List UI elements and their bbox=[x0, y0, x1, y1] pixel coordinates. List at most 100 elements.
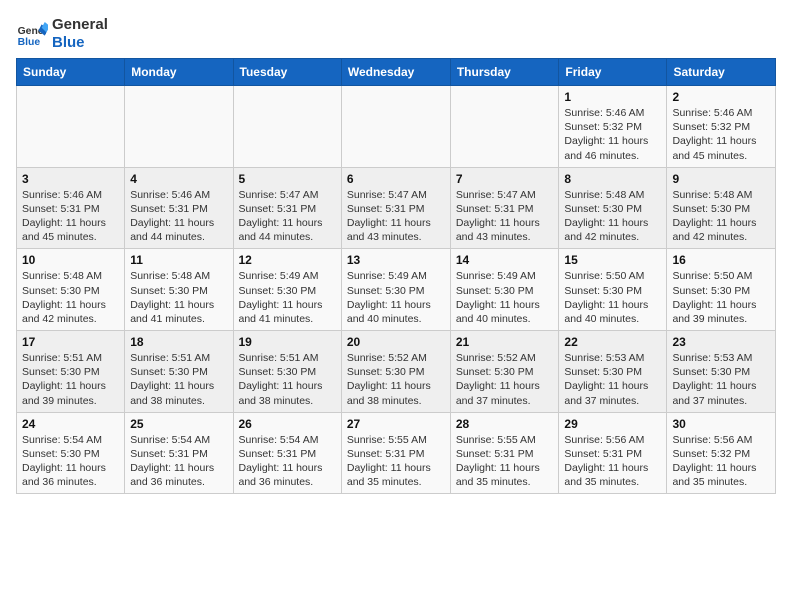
day-number: 13 bbox=[347, 253, 445, 267]
logo: General Blue General Blue bbox=[16, 16, 108, 52]
day-info: Sunrise: 5:51 AMSunset: 5:30 PMDaylight:… bbox=[239, 351, 336, 408]
day-info: Sunrise: 5:50 AMSunset: 5:30 PMDaylight:… bbox=[564, 269, 661, 326]
day-number: 9 bbox=[672, 172, 770, 186]
calendar-cell: 24 Sunrise: 5:54 AMSunset: 5:30 PMDayligh… bbox=[17, 412, 125, 494]
day-info: Sunrise: 5:52 AMSunset: 5:30 PMDaylight:… bbox=[347, 351, 445, 408]
calendar-cell: 13 Sunrise: 5:49 AMSunset: 5:30 PMDayligh… bbox=[341, 249, 450, 331]
weekday-header-saturday: Saturday bbox=[667, 59, 776, 86]
day-info: Sunrise: 5:48 AMSunset: 5:30 PMDaylight:… bbox=[672, 188, 770, 245]
day-info: Sunrise: 5:46 AMSunset: 5:31 PMDaylight:… bbox=[22, 188, 119, 245]
calendar-cell: 21Sunrise: 5:52 AMSunset: 5:30 PMDayligh… bbox=[450, 331, 559, 413]
day-info: Sunrise: 5:49 AMSunset: 5:30 PMDaylight:… bbox=[347, 269, 445, 326]
day-number: 28 bbox=[456, 417, 554, 431]
day-info: Sunrise: 5:48 AMSunset: 5:30 PMDaylight:… bbox=[22, 269, 119, 326]
day-number: 4 bbox=[130, 172, 227, 186]
day-number: 23 bbox=[672, 335, 770, 349]
day-number: 27 bbox=[347, 417, 445, 431]
day-number: 24 bbox=[22, 417, 119, 431]
calendar-cell bbox=[125, 86, 233, 168]
calendar-cell: 11 Sunrise: 5:48 AMSunset: 5:30 PMDayligh… bbox=[125, 249, 233, 331]
day-info: Sunrise: 5:46 AMSunset: 5:31 PMDaylight:… bbox=[130, 188, 227, 245]
calendar-cell: 22 Sunrise: 5:53 AMSunset: 5:30 PMDayligh… bbox=[559, 331, 667, 413]
calendar-week-row: 24 Sunrise: 5:54 AMSunset: 5:30 PMDayligh… bbox=[17, 412, 776, 494]
calendar-cell: 9 Sunrise: 5:48 AMSunset: 5:30 PMDaylight… bbox=[667, 167, 776, 249]
calendar-cell: 5 Sunrise: 5:47 AMSunset: 5:31 PMDaylight… bbox=[233, 167, 341, 249]
calendar-cell: 28 Sunrise: 5:55 AMSunset: 5:31 PMDayligh… bbox=[450, 412, 559, 494]
calendar-cell: 29 Sunrise: 5:56 AMSunset: 5:31 PMDayligh… bbox=[559, 412, 667, 494]
calendar-cell bbox=[341, 86, 450, 168]
day-number: 12 bbox=[239, 253, 336, 267]
day-info: Sunrise: 5:53 AMSunset: 5:30 PMDaylight:… bbox=[672, 351, 770, 408]
day-info: Sunrise: 5:55 AMSunset: 5:31 PMDaylight:… bbox=[347, 433, 445, 490]
day-info: Sunrise: 5:50 AMSunset: 5:30 PMDaylight:… bbox=[672, 269, 770, 326]
calendar-cell: 27 Sunrise: 5:55 AMSunset: 5:31 PMDayligh… bbox=[341, 412, 450, 494]
day-number: 20 bbox=[347, 335, 445, 349]
day-info: Sunrise: 5:54 AMSunset: 5:30 PMDaylight:… bbox=[22, 433, 119, 490]
calendar-cell bbox=[17, 86, 125, 168]
day-number: 25 bbox=[130, 417, 227, 431]
day-number: 29 bbox=[564, 417, 661, 431]
calendar-cell: 18 Sunrise: 5:51 AMSunset: 5:30 PMDayligh… bbox=[125, 331, 233, 413]
day-number: 6 bbox=[347, 172, 445, 186]
day-info: Sunrise: 5:53 AMSunset: 5:30 PMDaylight:… bbox=[564, 351, 661, 408]
day-number: 7 bbox=[456, 172, 554, 186]
weekday-header-wednesday: Wednesday bbox=[341, 59, 450, 86]
day-info: Sunrise: 5:48 AMSunset: 5:30 PMDaylight:… bbox=[130, 269, 227, 326]
day-number: 5 bbox=[239, 172, 336, 186]
day-number: 17 bbox=[22, 335, 119, 349]
day-number: 22 bbox=[564, 335, 661, 349]
day-number: 19 bbox=[239, 335, 336, 349]
day-number: 15 bbox=[564, 253, 661, 267]
calendar-cell: 25 Sunrise: 5:54 AMSunset: 5:31 PMDayligh… bbox=[125, 412, 233, 494]
day-info: Sunrise: 5:47 AMSunset: 5:31 PMDaylight:… bbox=[456, 188, 554, 245]
day-info: Sunrise: 5:54 AMSunset: 5:31 PMDaylight:… bbox=[130, 433, 227, 490]
day-number: 2 bbox=[672, 90, 770, 104]
day-info: Sunrise: 5:47 AMSunset: 5:31 PMDaylight:… bbox=[347, 188, 445, 245]
calendar-cell: 16Sunrise: 5:50 AMSunset: 5:30 PMDayligh… bbox=[667, 249, 776, 331]
calendar-cell: 10Sunrise: 5:48 AMSunset: 5:30 PMDayligh… bbox=[17, 249, 125, 331]
calendar-cell: 23 Sunrise: 5:53 AMSunset: 5:30 PMDayligh… bbox=[667, 331, 776, 413]
calendar-cell: 14Sunrise: 5:49 AMSunset: 5:30 PMDayligh… bbox=[450, 249, 559, 331]
day-number: 18 bbox=[130, 335, 227, 349]
calendar-week-row: 1Sunrise: 5:46 AMSunset: 5:32 PMDaylight… bbox=[17, 86, 776, 168]
logo-general-text: General bbox=[52, 16, 108, 34]
day-number: 26 bbox=[239, 417, 336, 431]
day-info: Sunrise: 5:54 AMSunset: 5:31 PMDaylight:… bbox=[239, 433, 336, 490]
svg-text:Blue: Blue bbox=[18, 37, 41, 48]
day-number: 30 bbox=[672, 417, 770, 431]
calendar-cell: 6 Sunrise: 5:47 AMSunset: 5:31 PMDaylight… bbox=[341, 167, 450, 249]
calendar-cell: 8 Sunrise: 5:48 AMSunset: 5:30 PMDaylight… bbox=[559, 167, 667, 249]
calendar-cell: 20 Sunrise: 5:52 AMSunset: 5:30 PMDayligh… bbox=[341, 331, 450, 413]
calendar-week-row: 17 Sunrise: 5:51 AMSunset: 5:30 PMDayligh… bbox=[17, 331, 776, 413]
weekday-header-tuesday: Tuesday bbox=[233, 59, 341, 86]
calendar-cell bbox=[233, 86, 341, 168]
calendar-cell: 15 Sunrise: 5:50 AMSunset: 5:30 PMDayligh… bbox=[559, 249, 667, 331]
weekday-header-friday: Friday bbox=[559, 59, 667, 86]
calendar-cell: 2 Sunrise: 5:46 AMSunset: 5:32 PMDaylight… bbox=[667, 86, 776, 168]
weekday-header-sunday: Sunday bbox=[17, 59, 125, 86]
day-info: Sunrise: 5:55 AMSunset: 5:31 PMDaylight:… bbox=[456, 433, 554, 490]
calendar-cell: 30 Sunrise: 5:56 AMSunset: 5:32 PMDayligh… bbox=[667, 412, 776, 494]
calendar-cell: 4 Sunrise: 5:46 AMSunset: 5:31 PMDaylight… bbox=[125, 167, 233, 249]
day-info: Sunrise: 5:46 AMSunset: 5:32 PMDaylight:… bbox=[672, 106, 770, 163]
day-info: Sunrise: 5:51 AMSunset: 5:30 PMDaylight:… bbox=[130, 351, 227, 408]
calendar-cell: 17 Sunrise: 5:51 AMSunset: 5:30 PMDayligh… bbox=[17, 331, 125, 413]
logo-blue-text: Blue bbox=[52, 34, 108, 52]
page-header: General Blue General Blue bbox=[16, 16, 776, 52]
calendar-cell: 26 Sunrise: 5:54 AMSunset: 5:31 PMDayligh… bbox=[233, 412, 341, 494]
logo-icon: General Blue bbox=[16, 18, 48, 50]
calendar-week-row: 3Sunrise: 5:46 AMSunset: 5:31 PMDaylight… bbox=[17, 167, 776, 249]
day-number: 11 bbox=[130, 253, 227, 267]
calendar-header-row: SundayMondayTuesdayWednesdayThursdayFrid… bbox=[17, 59, 776, 86]
day-info: Sunrise: 5:46 AMSunset: 5:32 PMDaylight:… bbox=[564, 106, 661, 163]
day-info: Sunrise: 5:47 AMSunset: 5:31 PMDaylight:… bbox=[239, 188, 336, 245]
day-number: 8 bbox=[564, 172, 661, 186]
day-info: Sunrise: 5:48 AMSunset: 5:30 PMDaylight:… bbox=[564, 188, 661, 245]
calendar-table: SundayMondayTuesdayWednesdayThursdayFrid… bbox=[16, 58, 776, 494]
calendar-cell: 7 Sunrise: 5:47 AMSunset: 5:31 PMDaylight… bbox=[450, 167, 559, 249]
day-info: Sunrise: 5:56 AMSunset: 5:32 PMDaylight:… bbox=[672, 433, 770, 490]
day-info: Sunrise: 5:51 AMSunset: 5:30 PMDaylight:… bbox=[22, 351, 119, 408]
day-info: Sunrise: 5:56 AMSunset: 5:31 PMDaylight:… bbox=[564, 433, 661, 490]
day-number: 21 bbox=[456, 335, 554, 349]
day-number: 14 bbox=[456, 253, 554, 267]
